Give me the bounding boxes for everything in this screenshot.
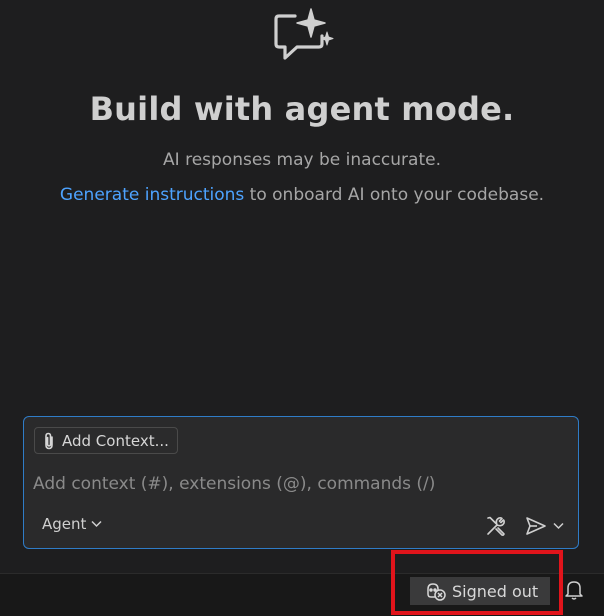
chat-sparkle-icon bbox=[274, 8, 334, 60]
copilot-signed-out-icon bbox=[427, 583, 446, 601]
paperclip-icon bbox=[45, 432, 53, 449]
tools-button[interactable] bbox=[484, 514, 508, 538]
generate-instructions-link[interactable]: Generate instructions bbox=[60, 185, 244, 205]
chat-panel: Build with agent mode. AI responses may … bbox=[0, 0, 604, 616]
mode-picker[interactable]: Agent bbox=[42, 515, 102, 533]
bell-icon bbox=[565, 581, 583, 600]
mode-label: Agent bbox=[42, 515, 87, 533]
chat-input[interactable] bbox=[33, 471, 563, 497]
send-icon bbox=[526, 517, 546, 535]
chevron-down-icon bbox=[552, 522, 564, 530]
notifications-button[interactable] bbox=[563, 578, 585, 602]
status-bar: Signed out bbox=[0, 573, 604, 616]
send-button[interactable] bbox=[524, 514, 548, 538]
chevron-down-icon bbox=[91, 520, 102, 528]
add-context-label: Add Context... bbox=[62, 431, 169, 450]
add-context-button[interactable]: Add Context... bbox=[34, 427, 178, 454]
tools-icon bbox=[487, 516, 505, 536]
page-title: Build with agent mode. bbox=[89, 90, 515, 128]
send-options-button[interactable] bbox=[550, 517, 566, 535]
disclaimer-text: AI responses may be inaccurate. bbox=[163, 150, 441, 170]
instructions-line: Generate instructions to onboard AI onto… bbox=[0, 185, 604, 205]
chat-input-box: Add Context... Agent bbox=[23, 416, 579, 549]
signed-out-label: Signed out bbox=[452, 581, 539, 601]
instructions-text: to onboard AI onto your codebase. bbox=[244, 185, 545, 205]
signed-out-status-item[interactable]: Signed out bbox=[410, 577, 550, 605]
